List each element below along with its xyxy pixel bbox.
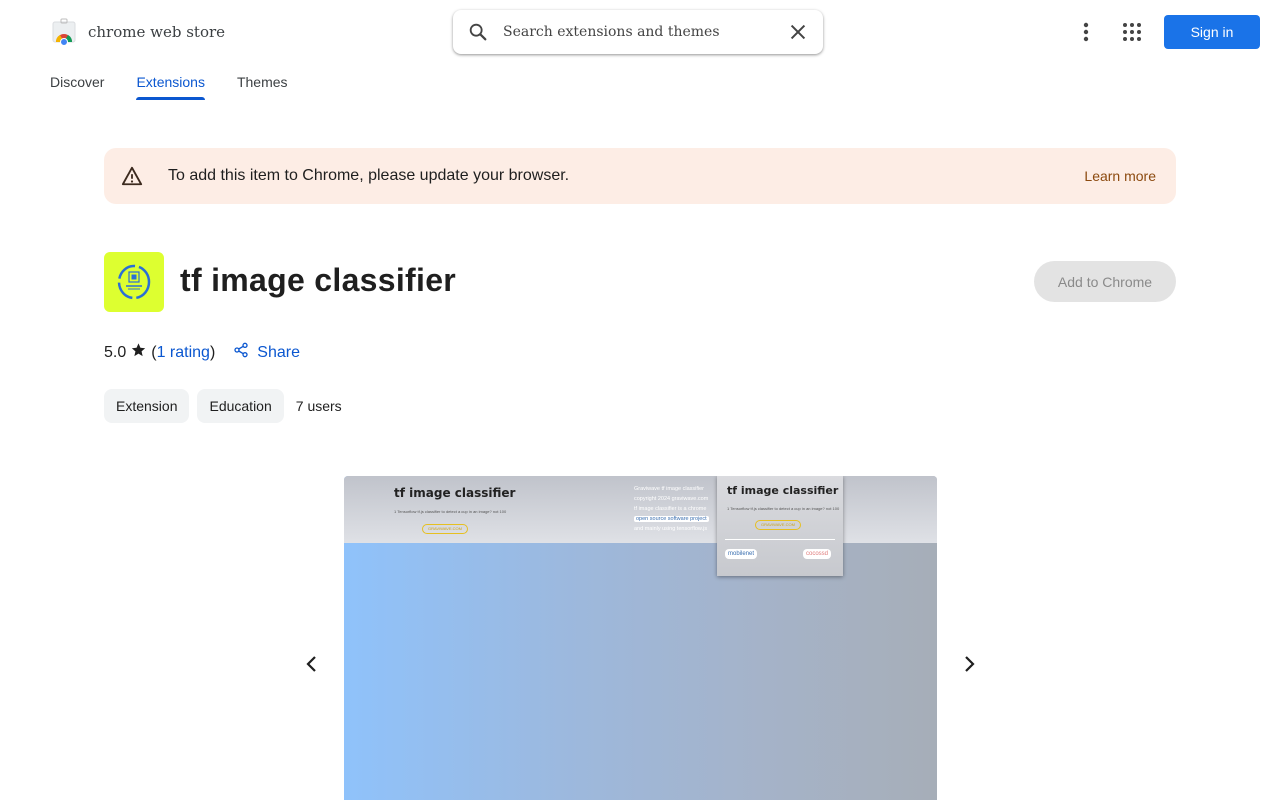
screenshot-note: tf image classifier is a chrome (634, 506, 707, 512)
popup-cocossd-button: cocossd (803, 549, 832, 559)
alert-message: To add this item to Chrome, please updat… (168, 167, 570, 184)
add-to-chrome-button[interactable]: Add to Chrome (1034, 261, 1176, 302)
extension-title: tf image classifier (180, 262, 457, 298)
user-count: 7 users (295, 398, 342, 414)
search-bar[interactable] (453, 10, 823, 54)
share-label: Share (257, 343, 300, 361)
chip-education[interactable]: Education (197, 389, 284, 423)
screenshot-note: Graviwave tf image classifier (634, 486, 704, 492)
tab-discover[interactable]: Discover (50, 70, 104, 104)
google-apps-icon[interactable] (1122, 22, 1142, 47)
screenshot-header: tf image classifier 1 Tensorflow tf.js c… (344, 476, 937, 543)
clear-search-icon[interactable] (787, 21, 809, 48)
tab-extensions[interactable]: Extensions (136, 70, 206, 104)
search-icon[interactable] (467, 21, 489, 48)
nav-tabs: Discover Extensions Themes (50, 70, 320, 104)
popup-divider (725, 539, 835, 540)
update-browser-alert: To add this item to Chrome, please updat… (104, 148, 1176, 204)
star-icon (130, 342, 147, 363)
search-input[interactable] (503, 20, 773, 44)
chrome-web-store-logo-icon (50, 18, 78, 46)
popup-mobilenet-button: mobilenet (725, 549, 758, 559)
screenshot-note: and mainly using tensorflow.js (634, 526, 708, 532)
rating-close-paren: ) (209, 343, 216, 361)
popup-title: tf image classifier (727, 484, 839, 497)
share-button[interactable]: Share (233, 342, 300, 363)
popup-subtitle: 1 Tensorflow tf.js classifier to detect … (727, 506, 840, 511)
carousel-prev-icon[interactable] (302, 652, 322, 681)
extension-logo-icon (104, 252, 164, 312)
store-logo-link[interactable]: chrome web store (50, 18, 225, 46)
sign-in-button[interactable]: Sign in (1164, 15, 1260, 49)
learn-more-link[interactable]: Learn more (1084, 168, 1156, 184)
popup-pill: GRAVIWAVE.COM (755, 520, 801, 530)
screenshot-title: tf image classifier (394, 486, 516, 500)
rating-row: 5.0 ( 1 rating ) Share (104, 342, 300, 363)
chip-extension[interactable]: Extension (104, 389, 190, 423)
screenshot-carousel[interactable]: tf image classifier 1 Tensorflow tf.js c… (344, 476, 937, 800)
carousel-next-icon[interactable] (959, 652, 979, 681)
rating-value: 5.0 (104, 343, 127, 361)
warning-icon (121, 165, 143, 192)
share-icon (233, 342, 249, 363)
screenshot-pill: GRAVIWAVE.COM (422, 524, 468, 534)
screenshot-popup: tf image classifier 1 Tensorflow tf.js c… (717, 476, 843, 576)
tab-themes[interactable]: Themes (237, 70, 288, 104)
more-options-icon[interactable] (1076, 20, 1096, 49)
category-chips: Extension Education 7 users (104, 389, 342, 423)
rating-count-link[interactable]: 1 rating (157, 344, 210, 362)
screenshot-note: open source software project (634, 516, 709, 522)
store-name: chrome web store (88, 23, 226, 41)
header: chrome web store Sign in (0, 0, 1280, 64)
screenshot-subtitle: 1 Tensorflow tf.js classifier to detect … (394, 509, 507, 514)
screenshot-note: copyright 2024 graviwave.com (634, 496, 709, 502)
screenshot-notes: Graviwave tf image classifier copyright … (634, 484, 709, 534)
